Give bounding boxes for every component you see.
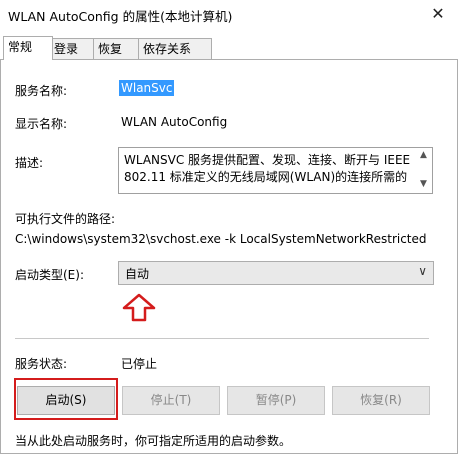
scroll-up-icon[interactable]: ▲ bbox=[420, 150, 427, 160]
start-button[interactable]: 启动(S) bbox=[17, 386, 115, 415]
startup-type-select[interactable]: 自动 ∨ bbox=[118, 261, 434, 285]
window-title: WLAN AutoConfig 的属性(本地计算机) bbox=[8, 9, 233, 24]
footer-hint: 当从此处启动服务时，你可指定所适用的启动参数。 bbox=[15, 434, 292, 448]
pause-button[interactable]: 暂停(P) bbox=[227, 386, 325, 415]
description-box[interactable]: WLANSVC 服务提供配置、发现、连接、断开与 IEEE 802.11 标准定… bbox=[118, 147, 433, 194]
tab-label: 登录 bbox=[54, 42, 79, 56]
description-scrollbar[interactable]: ▲ ▼ bbox=[418, 148, 432, 193]
tab-label: 依存关系 bbox=[143, 42, 192, 56]
description-text: WLANSVC 服务提供配置、发现、连接、断开与 IEEE 802.11 标准定… bbox=[124, 153, 411, 184]
description-label: 描述: bbox=[15, 156, 44, 170]
tab-label: 常规 bbox=[8, 40, 33, 54]
tab-label: 恢复 bbox=[98, 42, 123, 56]
startup-type-label: 启动类型(E): bbox=[15, 268, 84, 282]
scroll-down-icon[interactable]: ▼ bbox=[420, 179, 427, 189]
tab-logon[interactable]: 登录 bbox=[49, 38, 95, 59]
exe-path-label: 可执行文件的路径: bbox=[15, 212, 116, 226]
service-status-value: 已停止 bbox=[121, 357, 158, 371]
display-name-label: 显示名称: bbox=[15, 117, 68, 131]
stop-button[interactable]: 停止(T) bbox=[122, 386, 220, 415]
up-arrow-annotation-icon bbox=[122, 293, 156, 322]
divider bbox=[15, 338, 429, 339]
tab-recovery[interactable]: 恢复 bbox=[93, 38, 139, 59]
general-panel: 服务名称: WlanSvc 显示名称: WLAN AutoConfig 描述: … bbox=[0, 59, 458, 454]
service-status-label: 服务状态: bbox=[15, 357, 68, 371]
close-icon[interactable]: ✕ bbox=[424, 3, 452, 25]
service-name-label: 服务名称: bbox=[15, 84, 68, 98]
startup-type-value: 自动 bbox=[125, 267, 150, 281]
exe-path-value: C:\windows\system32\svchost.exe -k Local… bbox=[15, 232, 427, 246]
tab-general[interactable]: 常规 bbox=[3, 36, 53, 60]
properties-dialog: WLAN AutoConfig 的属性(本地计算机) ✕ 常规 登录 恢复 依存… bbox=[0, 0, 458, 454]
display-name-value[interactable]: WLAN AutoConfig bbox=[121, 115, 227, 129]
resume-button[interactable]: 恢复(R) bbox=[332, 386, 430, 415]
title-bar: WLAN AutoConfig 的属性(本地计算机) ✕ bbox=[0, 0, 458, 30]
chevron-down-icon[interactable]: ∨ bbox=[418, 264, 427, 278]
tab-dependencies[interactable]: 依存关系 bbox=[138, 38, 212, 59]
service-name-value[interactable]: WlanSvc bbox=[119, 80, 175, 96]
tab-strip: 常规 登录 恢复 依存关系 bbox=[0, 36, 458, 60]
